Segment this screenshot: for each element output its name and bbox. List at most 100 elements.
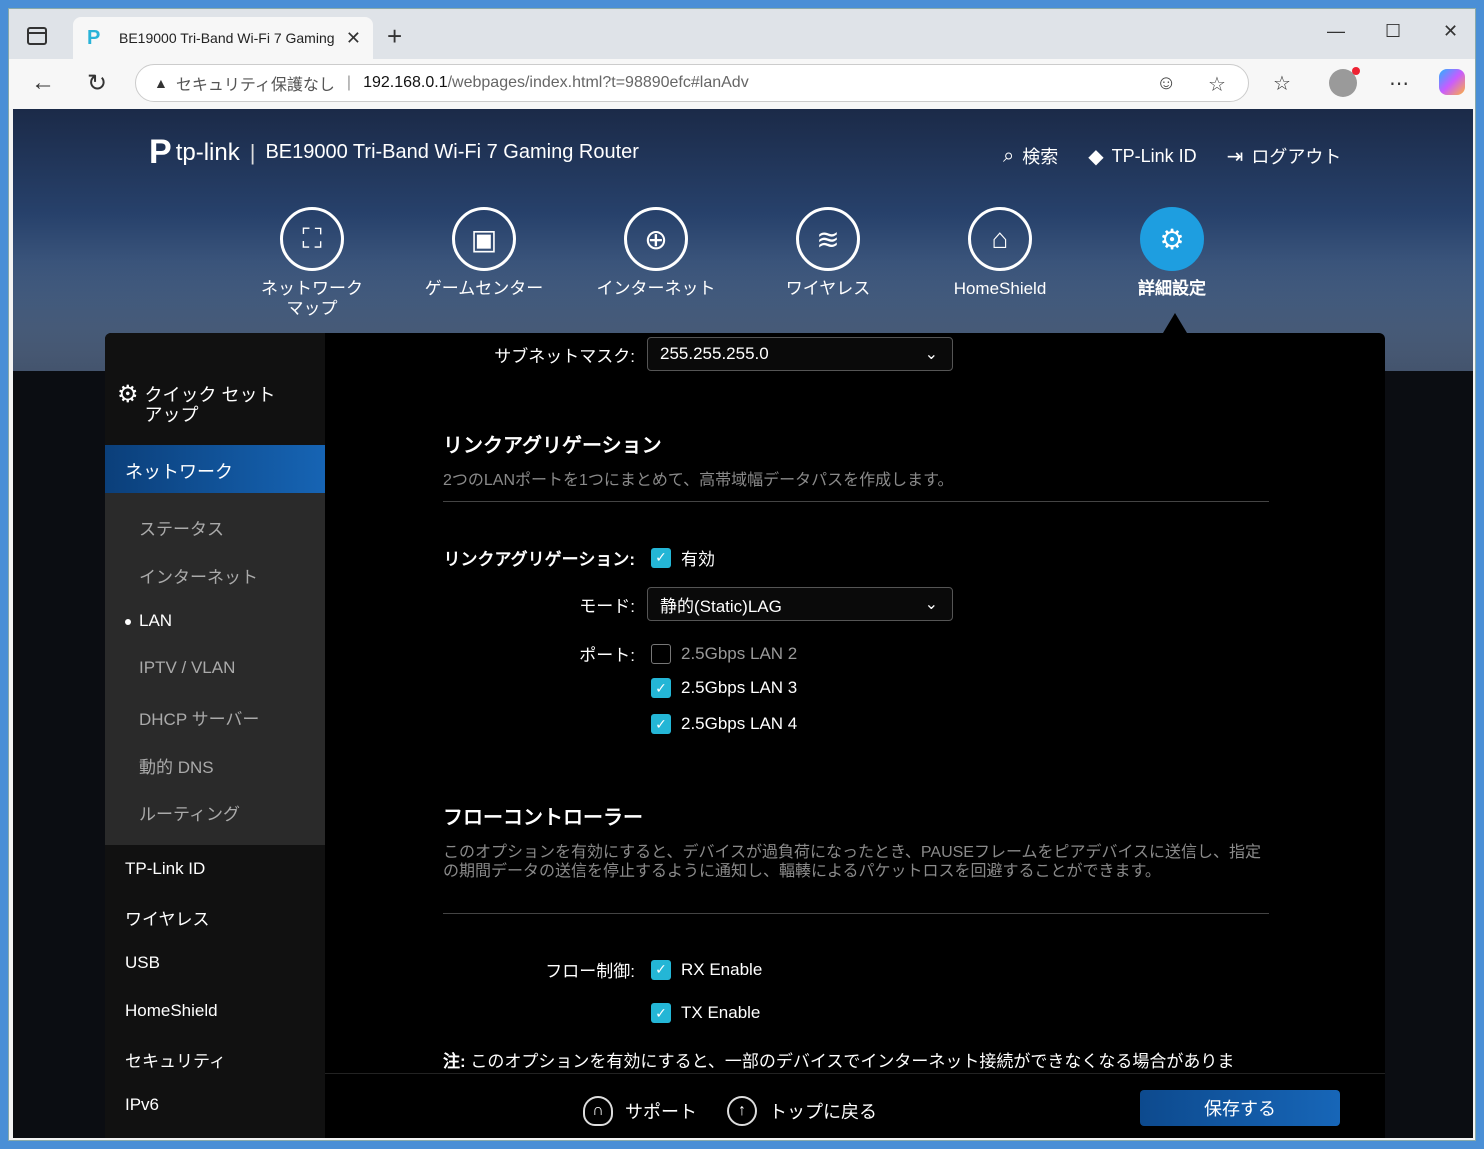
- advanced-gear-icon: ⚙: [1140, 207, 1204, 271]
- content-area: サブネットマスク: 255.255.255.0 ⌄ リンクアグリゲーション 2つ…: [325, 333, 1385, 1073]
- router-model: BE19000 Tri-Band Wi-Fi 7 Gaming Router: [265, 141, 639, 163]
- network-map-icon: ⛶: [280, 207, 344, 271]
- sidebar-item-usb[interactable]: USB: [125, 953, 160, 973]
- brand-name: tp-link: [175, 138, 240, 166]
- tx-enable-checkbox[interactable]: ✓: [651, 1003, 671, 1023]
- tplink-id-icon: ◆: [1088, 145, 1104, 168]
- submenu-status[interactable]: ステータス: [139, 515, 224, 540]
- sidebar-item-tplink-id[interactable]: TP-Link ID: [125, 859, 205, 879]
- sidebar-item-security[interactable]: セキュリティ: [125, 1047, 226, 1072]
- link-agg-toggle-label: リンクアグリゲーション:: [443, 550, 635, 569]
- mode-label: モード:: [579, 596, 635, 616]
- nav-label: ワイヤレス: [785, 279, 871, 298]
- mode-select[interactable]: 静的(Static)LAG ⌄: [647, 587, 953, 621]
- logout-icon: ⇥: [1226, 145, 1244, 168]
- back-to-top-label: トップに戻る: [769, 1102, 877, 1122]
- submenu-ddns[interactable]: 動的 DNS: [139, 753, 214, 778]
- port-row-2: ✓ 2.5Gbps LAN 3: [635, 678, 797, 698]
- search-link[interactable]: ⌕ 検索: [1003, 143, 1058, 169]
- top-links: ⌕ 検索 ◆ TP-Link ID ⇥ ログアウト: [1003, 143, 1371, 169]
- gear-icon: ⚙: [117, 381, 139, 408]
- link-agg-checkbox[interactable]: ✓: [651, 547, 671, 568]
- submenu-iptv-vlan[interactable]: IPTV / VLAN: [139, 658, 235, 678]
- flow-rx-row: フロー制御: ✓ RX Enable: [325, 957, 762, 982]
- sidebar: ⚙ クイック セット アップ ネットワーク ステータス インターネット LAN …: [105, 333, 325, 1138]
- nav-label: HomeShield: [953, 279, 1047, 298]
- port-lan3-label: 2.5Gbps LAN 3: [681, 678, 798, 697]
- flow-label: フロー制御:: [545, 962, 635, 981]
- tplink-logo-icon: P: [149, 133, 172, 171]
- logout-label: ログアウト: [1251, 147, 1342, 167]
- subnet-label: サブネットマスク:: [494, 346, 635, 366]
- sidebar-item-wireless[interactable]: ワイヤレス: [125, 905, 210, 930]
- mode-value: 静的(Static)LAG: [660, 596, 782, 616]
- reload-icon[interactable]: ↻: [87, 69, 107, 98]
- mode-row: モード: 静的(Static)LAG ⌄: [325, 587, 953, 621]
- active-nav-pointer: [1163, 313, 1187, 333]
- favorites-list-icon[interactable]: ☆: [1273, 71, 1291, 96]
- link-agg-desc: 2つのLANポートを1つにまとめて、高帯域幅データパスを作成します。: [443, 472, 954, 489]
- nav-game-center[interactable]: ▣ ゲームセンター: [409, 207, 559, 299]
- new-tab-icon[interactable]: +: [387, 21, 402, 52]
- tplink-favicon-icon: P: [87, 27, 101, 49]
- tab-bar: P BE19000 Tri-Band Wi-Fi 7 Gaming ✕ + — …: [9, 9, 1475, 59]
- link-agg-checkbox-label: 有効: [681, 550, 715, 569]
- brand-header: P tp-link | BE19000 Tri-Band Wi-Fi 7 Gam…: [149, 133, 639, 172]
- nav-wireless[interactable]: ≋ ワイヤレス: [753, 207, 903, 299]
- read-aloud-icon[interactable]: ☺: [1156, 72, 1176, 95]
- save-button[interactable]: 保存する: [1140, 1090, 1340, 1126]
- rx-enable-checkbox[interactable]: ✓: [651, 959, 671, 980]
- port-lan3-checkbox[interactable]: ✓: [651, 678, 671, 698]
- router-page: P tp-link | BE19000 Tri-Band Wi-Fi 7 Gam…: [13, 109, 1473, 1138]
- close-window-icon[interactable]: ✕: [1443, 21, 1458, 42]
- headset-icon: ∩: [583, 1096, 613, 1126]
- nav-homeshield[interactable]: ⌂ HomeShield: [925, 207, 1075, 299]
- nav-internet[interactable]: ⊕ インターネット: [581, 207, 731, 299]
- brand-separator: |: [249, 139, 256, 165]
- rx-enable-label: RX Enable: [681, 959, 763, 979]
- browser-window: P BE19000 Tri-Band Wi-Fi 7 Gaming ✕ + — …: [8, 8, 1476, 1141]
- tplink-id-link[interactable]: ◆ TP-Link ID: [1088, 143, 1196, 169]
- wifi-icon: ≋: [796, 207, 860, 271]
- browser-tab[interactable]: P BE19000 Tri-Band Wi-Fi 7 Gaming ✕: [73, 17, 373, 59]
- nav-network-map[interactable]: ⛶ ネットワーク マップ: [237, 207, 387, 319]
- favorite-star-icon[interactable]: ☆: [1208, 72, 1226, 97]
- submenu-dhcp-server[interactable]: DHCP サーバー: [139, 705, 259, 730]
- url-path: /webpages/index.html?t=98890efc#lanAdv: [447, 74, 749, 91]
- sidebar-quick-setup[interactable]: ⚙ クイック セット アップ: [117, 381, 276, 426]
- sidebar-item-ipv6[interactable]: IPv6: [125, 1095, 159, 1115]
- flow-title: フローコントローラー: [443, 807, 643, 829]
- maximize-icon[interactable]: ☐: [1385, 21, 1401, 42]
- gamepad-icon: ▣: [452, 207, 516, 271]
- back-icon[interactable]: ←: [31, 69, 55, 97]
- port-lan4-checkbox[interactable]: ✓: [651, 714, 671, 734]
- copilot-icon[interactable]: [1439, 69, 1465, 95]
- submenu-internet[interactable]: インターネット: [139, 563, 258, 588]
- home-shield-icon: ⌂: [968, 207, 1032, 271]
- sidebar-item-homeshield[interactable]: HomeShield: [125, 1001, 218, 1021]
- logout-link[interactable]: ⇥ ログアウト: [1227, 143, 1342, 169]
- support-link[interactable]: ∩ サポート: [583, 1096, 697, 1126]
- submenu-lan[interactable]: LAN: [124, 611, 172, 631]
- minimize-icon[interactable]: —: [1327, 21, 1345, 42]
- note-label: 注:: [443, 1052, 466, 1071]
- port-lan2-checkbox[interactable]: [651, 643, 671, 664]
- profile-avatar[interactable]: [1329, 67, 1360, 97]
- url-field[interactable]: ▲ セキュリティ保護なし | 192.168.0.1 /webpages/ind…: [135, 64, 1249, 102]
- flow-tx-row: ✓ TX Enable: [635, 1003, 760, 1023]
- subnet-select[interactable]: 255.255.255.0 ⌄: [647, 337, 953, 371]
- port-lan4-label: 2.5Gbps LAN 4: [681, 714, 798, 733]
- close-tab-icon[interactable]: ✕: [346, 28, 361, 49]
- submenu-routing[interactable]: ルーティング: [139, 800, 240, 825]
- sidebar-item-network[interactable]: ネットワーク: [105, 445, 325, 493]
- address-bar: ← ↻ ▲ セキュリティ保護なし | 192.168.0.1 /webpages…: [9, 59, 1475, 109]
- settings-panel: ⚙ クイック セット アップ ネットワーク ステータス インターネット LAN …: [105, 333, 1385, 1138]
- nav-advanced[interactable]: ⚙ 詳細設定: [1097, 207, 1247, 299]
- support-label: サポート: [625, 1102, 697, 1122]
- port-row-1: ポート: 2.5Gbps LAN 2: [325, 641, 797, 666]
- tab-actions-icon[interactable]: [27, 27, 47, 45]
- tab-title: BE19000 Tri-Band Wi-Fi 7 Gaming: [119, 30, 335, 46]
- tplink-id-label: TP-Link ID: [1111, 145, 1197, 166]
- back-to-top-link[interactable]: ↑ トップに戻る: [727, 1096, 877, 1126]
- more-menu-icon[interactable]: ⋯: [1389, 71, 1409, 96]
